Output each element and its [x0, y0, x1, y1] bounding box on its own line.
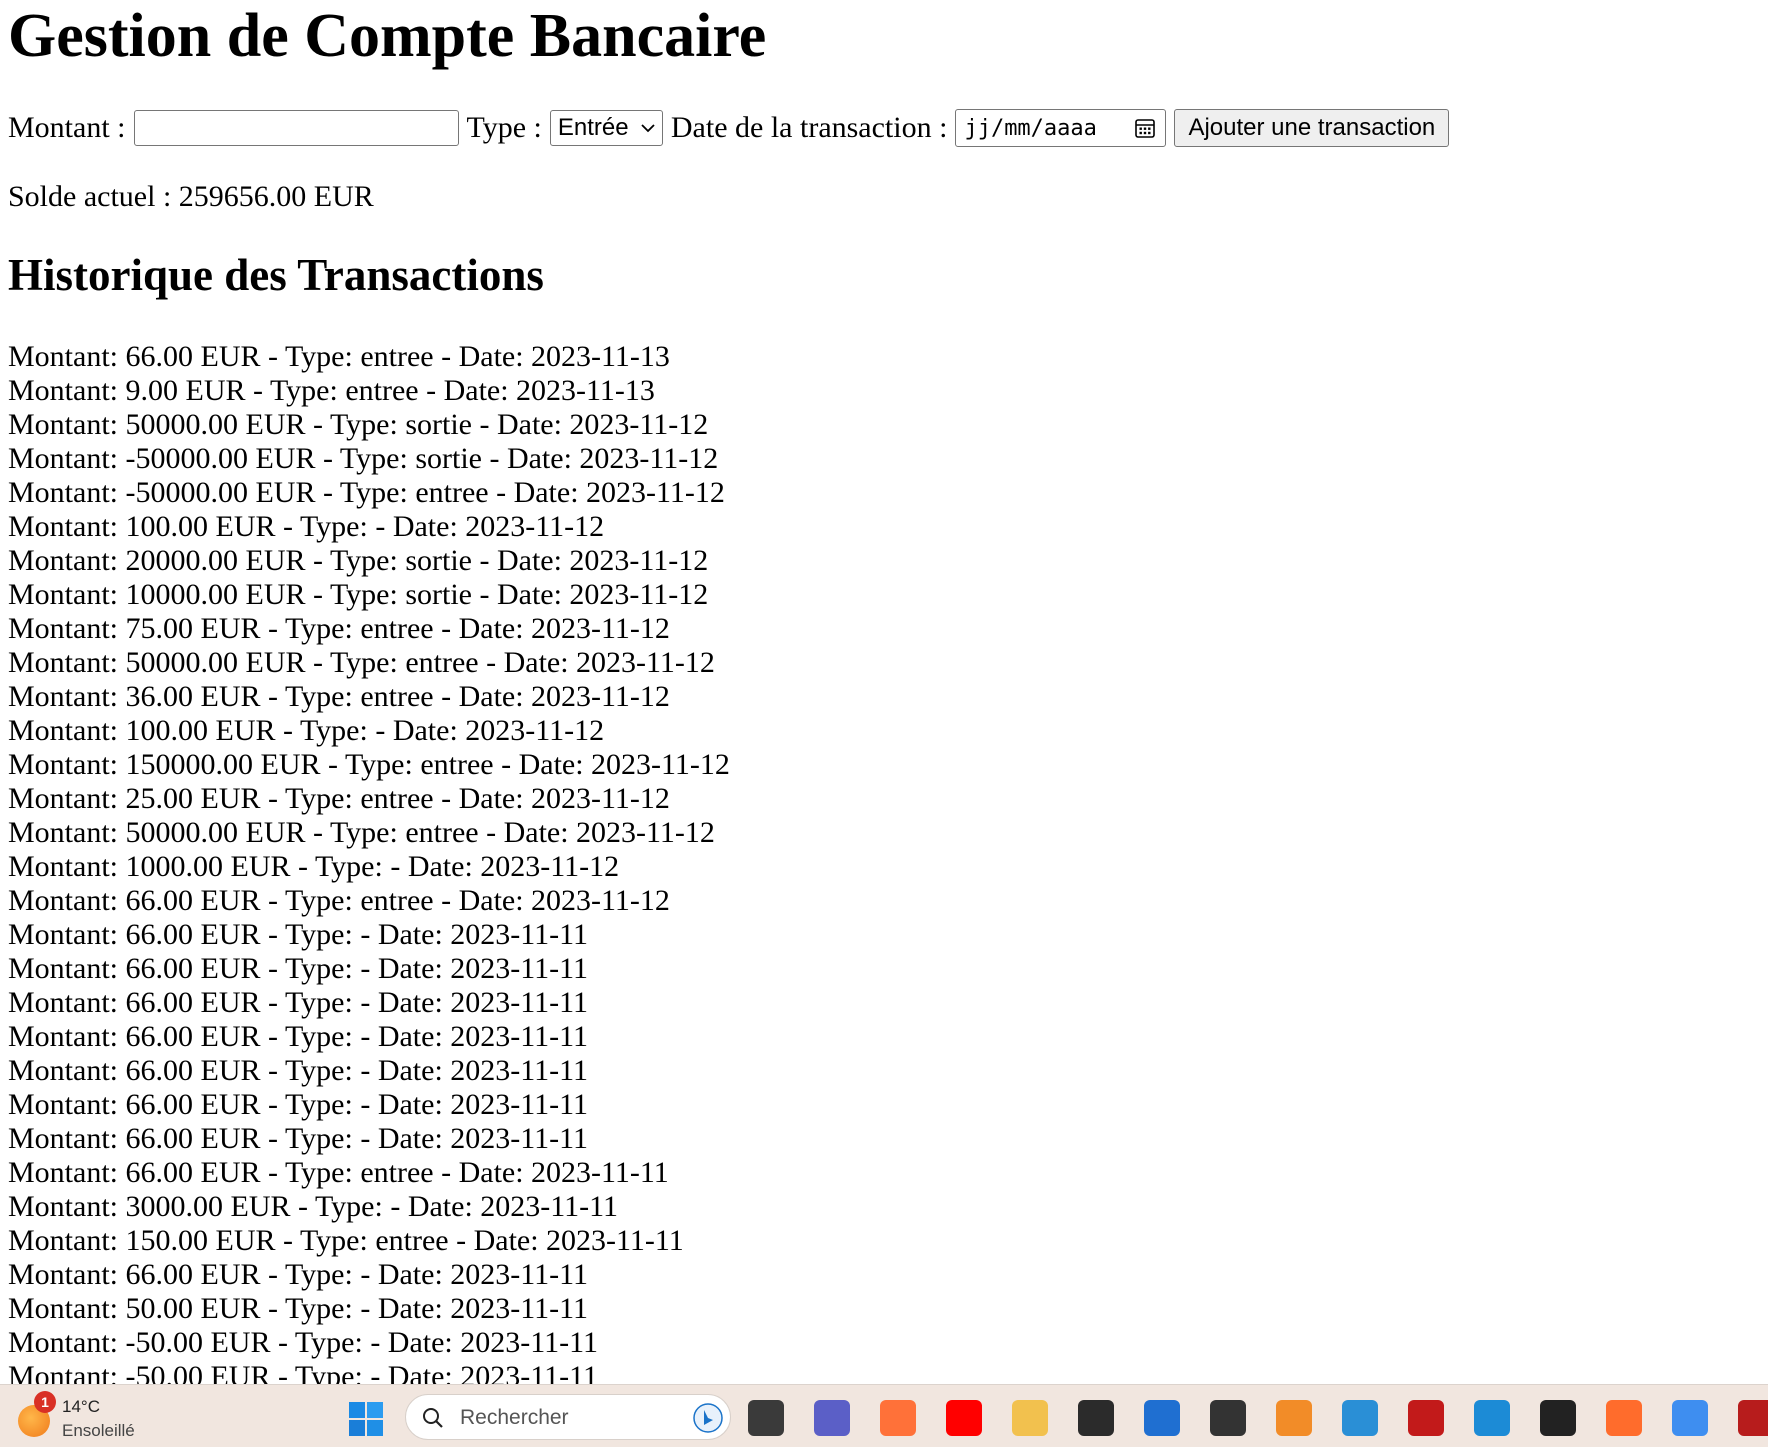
transaction-item: Montant: 66.00 EUR - Type: - Date: 2023-… [8, 1054, 589, 1087]
weather-app-icon[interactable] [1672, 1400, 1708, 1436]
transaction-item: Montant: 75.00 EUR - Type: entree - Date… [8, 612, 670, 645]
transaction-item: Montant: 50.00 EUR - Type: - Date: 2023-… [8, 1292, 589, 1325]
youtube-icon[interactable] [946, 1400, 982, 1436]
transaction-item: Montant: 150.00 EUR - Type: entree - Dat… [8, 1224, 684, 1257]
transaction-item: Montant: 66.00 EUR - Type: - Date: 2023-… [8, 1122, 589, 1155]
weather-description: Ensoleillé [62, 1421, 135, 1440]
transaction-item: Montant: 66.00 EUR - Type: - Date: 2023-… [8, 918, 589, 951]
transaction-item: Montant: 50000.00 EUR - Type: sortie - D… [8, 408, 709, 441]
calendar-icon[interactable] [1133, 116, 1157, 140]
obs-studio-icon[interactable] [1078, 1400, 1114, 1436]
search-icon [423, 1408, 443, 1428]
date-label: Date de la transaction : [670, 111, 948, 144]
weather-temperature: 14°C [62, 1397, 100, 1416]
file-explorer-icon[interactable] [1012, 1400, 1048, 1436]
transaction-item: Montant: 66.00 EUR - Type: - Date: 2023-… [8, 1020, 589, 1053]
history-title: Historique des Transactions [8, 250, 544, 300]
transaction-item: Montant: 66.00 EUR - Type: - Date: 2023-… [8, 986, 589, 1019]
transaction-item: Montant: 100.00 EUR - Type: - Date: 2023… [8, 714, 605, 747]
taskbar-search[interactable]: Rechercher [405, 1394, 731, 1440]
snipping-tool-icon[interactable] [1342, 1400, 1378, 1436]
transaction-item: Montant: 50000.00 EUR - Type: entree - D… [8, 646, 715, 679]
amount-label: Montant : [8, 111, 126, 144]
transaction-item: Montant: -50.00 EUR - Type: - Date: 2023… [8, 1326, 599, 1359]
transaction-item: Montant: -50000.00 EUR - Type: sortie - … [8, 442, 719, 475]
transaction-item: Montant: 10000.00 EUR - Type: sortie - D… [8, 578, 709, 611]
transaction-item: Montant: 66.00 EUR - Type: - Date: 2023-… [8, 952, 589, 985]
transaction-item: Montant: 36.00 EUR - Type: entree - Date… [8, 680, 670, 713]
balance-text: Solde actuel : 259656.00 EUR [8, 180, 374, 213]
inkscape-icon[interactable] [1210, 1400, 1246, 1436]
search-placeholder: Rechercher [460, 1406, 569, 1429]
type-selected-value: Entrée [557, 114, 629, 141]
page-title: Gestion de Compte Bancaire [8, 2, 767, 70]
type-label: Type : [466, 111, 542, 144]
bing-icon[interactable] [693, 1403, 723, 1433]
windows-start-icon[interactable] [349, 1402, 383, 1436]
transaction-item: Montant: 20000.00 EUR - Type: sortie - D… [8, 544, 709, 577]
edge-icon[interactable] [1474, 1400, 1510, 1436]
microsoft-store-icon[interactable] [1144, 1400, 1180, 1436]
chevron-down-icon [641, 124, 655, 133]
date-input[interactable]: jj/mm/aaaa [955, 109, 1167, 147]
transaction-item: Montant: 150000.00 EUR - Type: entree - … [8, 748, 730, 781]
weather-widget[interactable]: 1 14°C Ensoleillé [14, 1391, 154, 1443]
date-placeholder: jj/mm/aaaa [964, 115, 1097, 141]
amount-input[interactable] [133, 110, 459, 146]
notification-badge: 1 [34, 1391, 56, 1413]
transaction-item: Montant: 100.00 EUR - Type: - Date: 2023… [8, 510, 605, 543]
cpanel-icon[interactable] [1606, 1400, 1642, 1436]
transaction-item: Montant: 66.00 EUR - Type: entree - Date… [8, 1156, 669, 1189]
transaction-item: Montant: 3000.00 EUR - Type: - Date: 202… [8, 1190, 619, 1223]
transaction-item: Montant: -50.00 EUR - Type: - Date: 2023… [8, 1360, 599, 1384]
add-transaction-button[interactable]: Ajouter une transaction [1174, 109, 1450, 147]
transaction-item: Montant: 66.00 EUR - Type: - Date: 2023-… [8, 1088, 589, 1121]
flash-player-icon[interactable] [1408, 1400, 1444, 1436]
taskbar: 1 14°C Ensoleillé Rechercher [0, 1384, 1768, 1447]
transaction-form: Montant : Type : Entrée Date de la trans… [8, 108, 1450, 148]
transaction-item: Montant: 66.00 EUR - Type: entree - Date… [8, 884, 670, 917]
transaction-item: Montant: 66.00 EUR - Type: - Date: 2023-… [8, 1258, 589, 1291]
task-view-icon[interactable] [748, 1400, 784, 1436]
mail-icon[interactable] [1276, 1400, 1312, 1436]
transaction-item: Montant: 66.00 EUR - Type: entree - Date… [8, 340, 670, 373]
transaction-item: Montant: 9.00 EUR - Type: entree - Date:… [8, 374, 655, 407]
firefox-icon[interactable] [880, 1400, 916, 1436]
transaction-item: Montant: 50000.00 EUR - Type: entree - D… [8, 816, 715, 849]
amazon-icon[interactable] [1540, 1400, 1576, 1436]
teams-meet-icon[interactable] [814, 1400, 850, 1436]
browser-page: Gestion de Compte Bancaire Montant : Typ… [0, 0, 1768, 1384]
transaction-item: Montant: -50000.00 EUR - Type: entree - … [8, 476, 725, 509]
transaction-item: Montant: 1000.00 EUR - Type: - Date: 202… [8, 850, 620, 883]
transaction-list: Montant: 66.00 EUR - Type: entree - Date… [8, 340, 730, 1384]
transaction-item: Montant: 25.00 EUR - Type: entree - Date… [8, 782, 670, 815]
app-sw-icon[interactable] [1738, 1400, 1768, 1436]
type-select[interactable]: Entrée [549, 110, 663, 146]
